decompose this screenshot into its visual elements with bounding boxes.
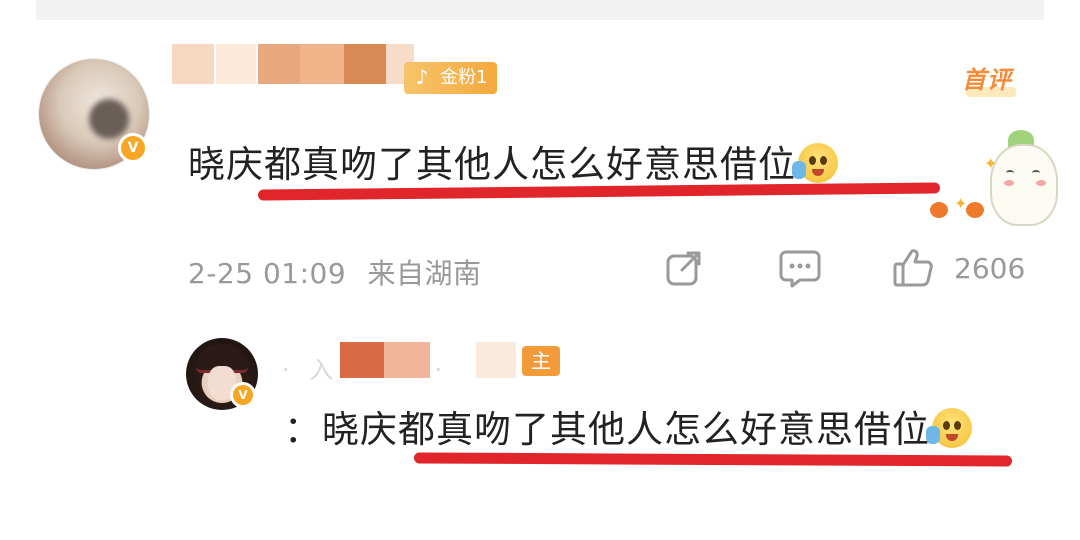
previous-item-edge [36,0,1044,20]
fan-level-badge[interactable]: ♪ 金粉1 [404,62,498,94]
like-icon[interactable] [892,248,934,288]
verified-icon: V [230,382,256,408]
username-blurred[interactable] [216,44,256,84]
radish-sticker-icon: ✦ ✦ [920,128,1070,228]
share-icon[interactable] [664,248,704,288]
reply-username-blurred[interactable] [340,342,384,378]
emoji-icon [792,143,838,183]
username-blurred[interactable] [258,44,300,84]
comment-icon[interactable] [778,248,822,288]
bell-icon: ♪ [415,65,429,89]
comment-body: 晓庆都真吻了其他人怎么好意思借位 [188,143,796,186]
host-badge: 主 [522,346,560,376]
reply-body: 晓庆都真吻了其他人怎么好意思借位 [322,408,930,451]
username-blurred[interactable] [300,44,344,84]
username-blurred[interactable] [172,44,214,84]
location: 来自湖南 [367,257,482,290]
reply-prefix: ： [284,408,322,451]
reply-username-blurred[interactable] [384,342,430,378]
timestamp: 2-25 01:09 [188,257,347,290]
reply-text: ：晓庆都真吻了其他人怎么好意思借位 [284,402,1014,458]
fan-level-label: 金粉1 [440,67,488,88]
comment-meta: 2-25 01:09 来自湖南 [188,252,482,292]
red-underline [413,452,1013,467]
reply-username-blurred[interactable] [476,342,516,378]
verified-icon: V [118,133,148,163]
comment-text: 晓庆都真吻了其他人怎么好意思借位 [188,134,838,188]
first-comment-tag: 首评 [962,60,1016,97]
username-blurred[interactable] [344,44,386,84]
like-count: 2606 [954,252,1026,285]
emoji-icon [926,408,972,448]
